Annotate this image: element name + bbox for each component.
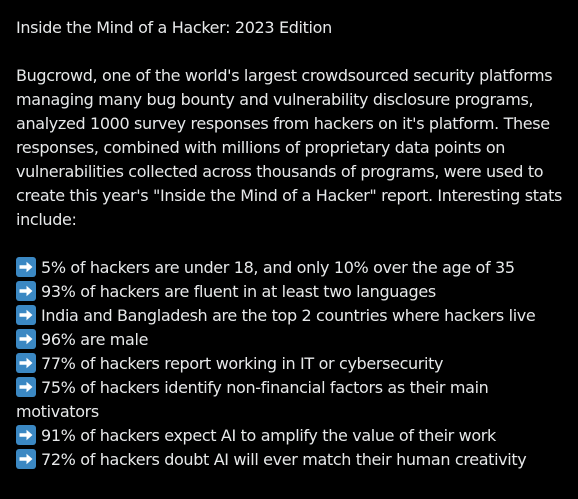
stat-text: India and Bangladesh are the top 2 count… <box>41 306 536 325</box>
stat-text: 77% of hackers report working in IT or c… <box>41 354 444 373</box>
right-arrow-icon <box>16 377 36 397</box>
stat-item: India and Bangladesh are the top 2 count… <box>16 304 562 328</box>
stat-text: 91% of hackers expect AI to amplify the … <box>41 426 496 445</box>
stat-item: 91% of hackers expect AI to amplify the … <box>16 424 562 448</box>
stat-item: 5% of hackers are under 18, and only 10%… <box>16 256 562 280</box>
post-body: Inside the Mind of a Hacker: 2023 Editio… <box>0 0 578 499</box>
right-arrow-icon <box>16 281 36 301</box>
right-arrow-icon <box>16 449 36 469</box>
right-arrow-icon <box>16 305 36 325</box>
stat-item: 93% of hackers are fluent in at least tw… <box>16 280 562 304</box>
stat-item: 96% are male <box>16 328 562 352</box>
stat-text: 72% of hackers doubt AI will ever match … <box>41 450 527 469</box>
stat-item: 75% of hackers identify non-financial fa… <box>16 376 562 424</box>
stat-item: 72% of hackers doubt AI will ever match … <box>16 448 562 472</box>
stats-list: 5% of hackers are under 18, and only 10%… <box>16 256 562 472</box>
right-arrow-icon <box>16 353 36 373</box>
right-arrow-icon <box>16 257 36 277</box>
stat-text: 96% are male <box>41 330 149 349</box>
post-title: Inside the Mind of a Hacker: 2023 Editio… <box>16 18 332 37</box>
right-arrow-icon <box>16 329 36 349</box>
stat-text: 93% of hackers are fluent in at least tw… <box>41 282 436 301</box>
right-arrow-icon <box>16 425 36 445</box>
stat-text: 75% of hackers identify non-financial fa… <box>16 378 489 421</box>
post-paragraph: Bugcrowd, one of the world's largest cro… <box>16 66 562 229</box>
stat-item: 77% of hackers report working in IT or c… <box>16 352 562 376</box>
stat-text: 5% of hackers are under 18, and only 10%… <box>41 258 515 277</box>
